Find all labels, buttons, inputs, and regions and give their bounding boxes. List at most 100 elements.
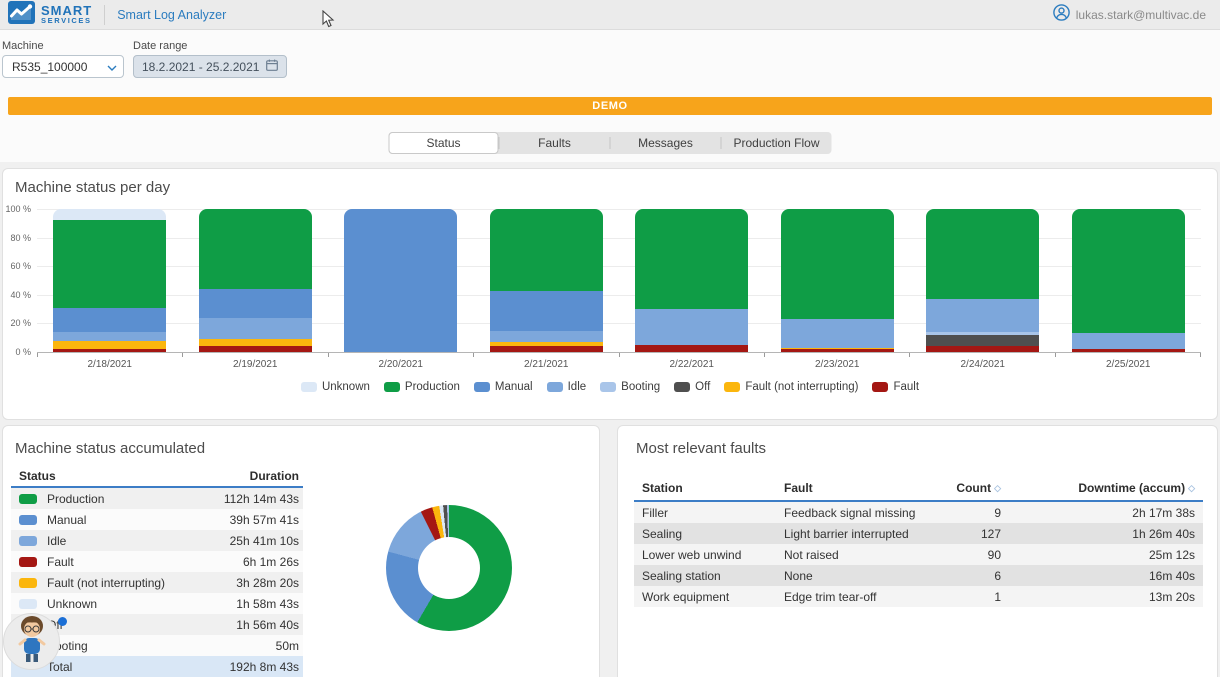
stacked-bar-2/22/2021[interactable] [635, 209, 748, 352]
count-cell: 6 [937, 569, 1027, 583]
accumulated-row-idle[interactable]: Idle25h 41m 10s [11, 530, 303, 551]
faults-row-work-equipment[interactable]: Work equipmentEdge trim tear-off113m 20s [634, 586, 1203, 607]
legend-swatch [301, 382, 317, 392]
assistant-widget-button[interactable] [3, 613, 60, 670]
stacked-bar-2/23/2021[interactable] [781, 209, 894, 352]
faults-row-sealing-station[interactable]: Sealing stationNone616m 40s [634, 565, 1203, 586]
legend-item-fault[interactable]: Fault [872, 381, 919, 393]
x-axis-label: 2/19/2021 [183, 359, 329, 370]
x-axis-tick [910, 353, 1055, 357]
bar-slot [765, 209, 911, 352]
mouse-cursor-icon [322, 10, 335, 33]
faults-row-filler[interactable]: FillerFeedback signal missing92h 17m 38s [634, 502, 1203, 523]
downtime-cell: 2h 17m 38s [1027, 506, 1203, 520]
x-axis-tick [183, 353, 328, 357]
bar-segment-production [490, 209, 603, 291]
legend-item-booting[interactable]: Booting [600, 381, 660, 393]
stacked-bar-2/24/2021[interactable] [926, 209, 1039, 352]
tab-messages[interactable]: Messages [611, 132, 721, 154]
status-cell: Production [11, 492, 224, 506]
status-cell: Fault [11, 555, 243, 569]
accumulated-col-duration: Duration [250, 469, 303, 483]
status-cell: Manual [11, 513, 230, 527]
machine-select[interactable]: R535_100000 [2, 55, 124, 78]
legend-item-fault-not-interrupting-[interactable]: Fault (not interrupting) [724, 381, 858, 393]
legend-item-production[interactable]: Production [384, 381, 460, 393]
bar-segment-idle [926, 299, 1039, 332]
stacked-bar-2/20/2021[interactable] [344, 209, 457, 352]
y-axis-tick-label: 100 % [5, 204, 31, 214]
legend-label: Production [405, 381, 460, 393]
tab-status[interactable]: Status [389, 132, 499, 154]
status-label: Manual [47, 513, 86, 527]
bar-segment-manual [53, 308, 166, 332]
bar-slot [183, 209, 329, 352]
total-duration: 192h 8m 43s [230, 660, 303, 674]
accumulated-row-fault[interactable]: Fault6h 1m 26s [11, 551, 303, 572]
accumulated-row-unknown[interactable]: Unknown1h 58m 43s [11, 593, 303, 614]
station-cell: Filler [634, 506, 784, 520]
legend-label: Off [695, 381, 710, 393]
bar-segment-manual [199, 289, 312, 318]
status-color-swatch [19, 536, 37, 546]
brand-logo[interactable]: SMART SERVICES [0, 1, 92, 29]
faults-col-label: Downtime (accum) [1078, 481, 1185, 495]
bar-segment-idle [53, 332, 166, 341]
tab-faults[interactable]: Faults [500, 132, 610, 154]
station-cell: Sealing [634, 527, 784, 541]
legend-label: Fault [893, 381, 919, 393]
status-donut-chart [386, 505, 512, 631]
duration-cell: 50m [276, 639, 303, 653]
bar-slot [1056, 209, 1202, 352]
faults-row-sealing[interactable]: SealingLight barrier interrupted1271h 26… [634, 523, 1203, 544]
fault-cell: Edge trim tear-off [784, 590, 937, 604]
legend-label: Unknown [322, 381, 370, 393]
count-cell: 90 [937, 548, 1027, 562]
status-per-day-title: Machine status per day [15, 179, 170, 196]
machine-status-per-day-card: Machine status per day 100 %80 %60 %40 %… [2, 168, 1218, 420]
legend-item-manual[interactable]: Manual [474, 381, 533, 393]
stacked-bar-2/19/2021[interactable] [199, 209, 312, 352]
tab-production-flow[interactable]: Production Flow [722, 132, 832, 154]
status-cell: Idle [11, 534, 230, 548]
bar-slot [619, 209, 765, 352]
accumulated-row-production[interactable]: Production112h 14m 43s [11, 488, 303, 509]
duration-cell: 3h 28m 20s [236, 576, 303, 590]
assistant-notification-dot [58, 617, 67, 626]
x-axis-label: 2/20/2021 [328, 359, 474, 370]
bar-segment-off [926, 335, 1039, 346]
sort-icon[interactable]: ◇ [1188, 483, 1195, 494]
bar-slot [910, 209, 1056, 352]
legend-label: Idle [568, 381, 587, 393]
user-menu[interactable]: lukas.stark@multivac.de [1053, 4, 1220, 26]
faults-row-lower-web-unwind[interactable]: Lower web unwindNot raised9025m 12s [634, 544, 1203, 565]
status-label: Idle [47, 534, 66, 548]
stacked-bar-2/18/2021[interactable] [53, 209, 166, 352]
stacked-bar-2/25/2021[interactable] [1072, 209, 1185, 352]
chart-bars [37, 209, 1201, 352]
legend-item-idle[interactable]: Idle [547, 381, 587, 393]
chart-x-labels: 2/18/20212/19/20212/20/20212/21/20212/22… [37, 359, 1201, 370]
faults-table: StationFaultCount◇Downtime (accum)◇ Fill… [634, 476, 1203, 607]
date-range-label: Date range [133, 40, 287, 52]
x-axis-label: 2/18/2021 [37, 359, 183, 370]
legend-item-off[interactable]: Off [674, 381, 710, 393]
bar-slot [474, 209, 620, 352]
machine-label: Machine [2, 40, 124, 52]
accumulated-row-fault-not-interrupting-[interactable]: Fault (not interrupting)3h 28m 20s [11, 572, 303, 593]
stacked-bar-2/21/2021[interactable] [490, 209, 603, 352]
accumulated-row-manual[interactable]: Manual39h 57m 41s [11, 509, 303, 530]
sort-icon[interactable]: ◇ [994, 483, 1001, 494]
date-range-picker[interactable]: 18.2.2021 - 25.2.2021 [133, 55, 287, 78]
bar-slot [328, 209, 474, 352]
x-axis-label: 2/23/2021 [765, 359, 911, 370]
faults-col-downtime-accum-[interactable]: Downtime (accum)◇ [1027, 481, 1203, 495]
assistant-avatar-icon [11, 614, 53, 669]
faults-table-header: StationFaultCount◇Downtime (accum)◇ [634, 476, 1203, 502]
accumulated-total-row[interactable]: Total192h 8m 43s [11, 656, 303, 677]
faults-col-count[interactable]: Count◇ [937, 481, 1027, 495]
legend-item-unknown[interactable]: Unknown [301, 381, 370, 393]
duration-cell: 1h 58m 43s [236, 597, 303, 611]
status-label: Fault [47, 555, 74, 569]
header-divider [104, 5, 105, 25]
